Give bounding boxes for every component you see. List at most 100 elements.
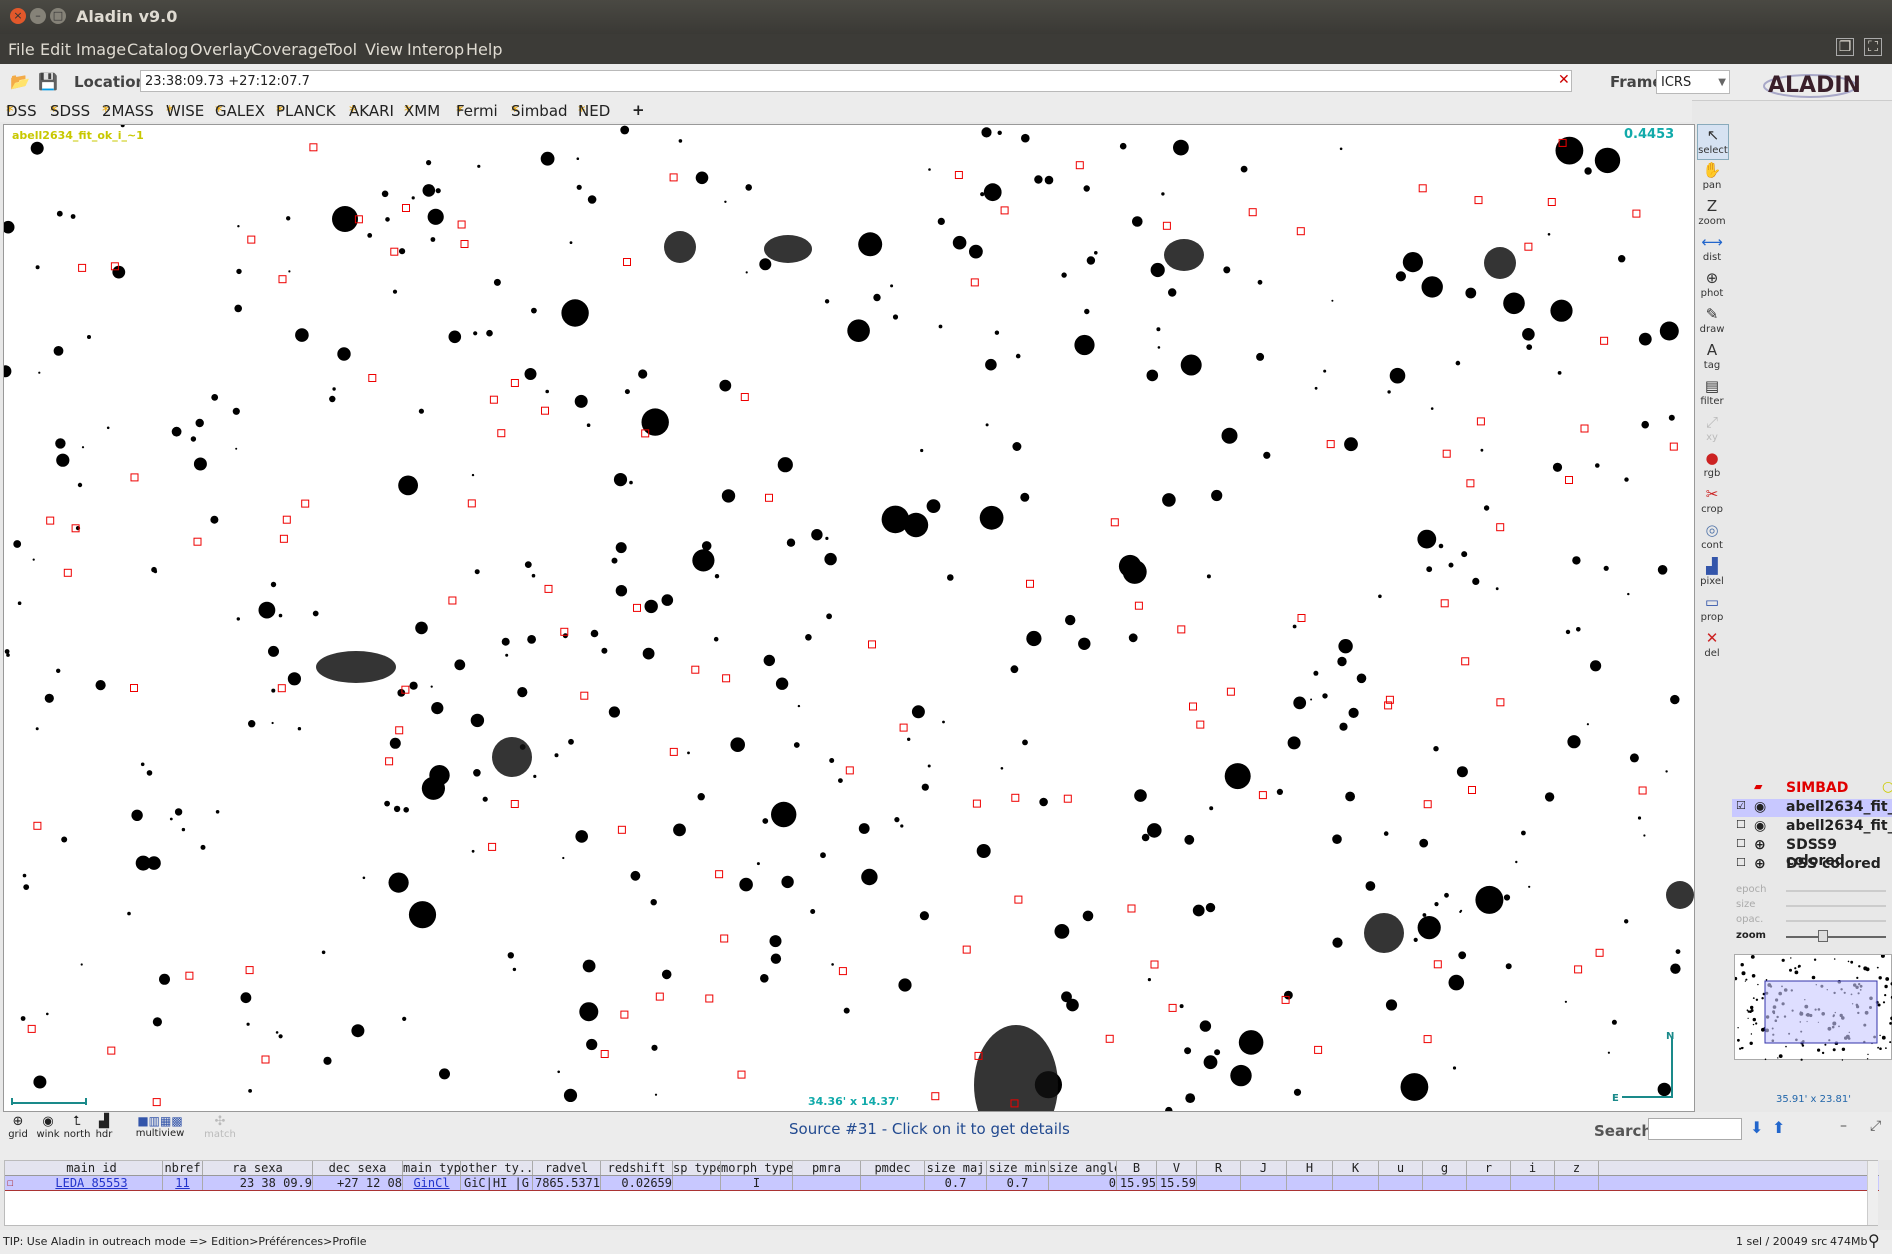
detach-table-icon[interactable]: ⤢ [1870,1118,1881,1134]
catalog-source-marker[interactable] [488,842,497,851]
column-header[interactable]: K [1333,1161,1379,1175]
column-header[interactable]: pmdec [861,1161,925,1175]
column-header[interactable]: nbref [163,1161,203,1175]
tool-filter[interactable]: ▤ filter [1697,376,1727,410]
column-header[interactable]: V [1157,1161,1197,1175]
catalog-source-marker[interactable] [390,247,399,256]
catalog-source-marker[interactable] [845,766,854,775]
tool-pan[interactable]: ✋ pan [1697,160,1727,194]
catalog-source-marker[interactable] [899,723,908,732]
catalog-source-marker[interactable] [737,1070,746,1079]
column-header[interactable]: morph type [721,1161,793,1175]
layer-sdss9[interactable]: ☐ ⊕ SDSS9 colored [1732,837,1892,869]
tool-phot[interactable]: ⊕ phot [1697,268,1727,302]
catalog-source-marker[interactable] [457,220,466,229]
catalog-source-marker[interactable] [245,966,254,975]
catalog-source-marker[interactable] [1476,417,1485,426]
catalog-source-marker[interactable] [544,584,553,593]
catalog-source-marker[interactable] [402,204,410,212]
catalog-source-marker[interactable] [1196,720,1205,729]
catalog-source-marker[interactable] [1162,221,1171,230]
menu-coverage[interactable]: Coverage [251,40,328,59]
zoom-slider[interactable] [1786,936,1886,938]
catalog-source-marker[interactable] [1547,198,1556,206]
catalog-source-marker[interactable] [1189,702,1197,711]
catalog-source-marker[interactable] [1297,614,1306,622]
column-header[interactable]: r [1467,1161,1511,1175]
tool-cont[interactable]: ◎ cont [1697,520,1727,554]
catalog-source-marker[interactable] [1632,209,1641,218]
catalog-source-marker[interactable] [954,171,963,179]
catalog-source-marker[interactable] [1638,786,1647,795]
catalog-source-marker[interactable] [1423,800,1432,809]
catalog-source-marker[interactable] [63,568,72,577]
catalog-source-marker[interactable] [467,499,476,508]
catalog-source-marker[interactable] [669,747,678,756]
catalog-source-marker[interactable] [510,379,519,387]
catalog-source-marker[interactable] [309,143,318,152]
layer-abell2634-1[interactable]: ☑ ◉ abell2634_fit_ok [1732,799,1892,817]
catalog-source-marker[interactable] [247,235,256,244]
catalog-source-marker[interactable] [1000,206,1009,215]
catalog-source-marker[interactable] [1226,687,1235,696]
layer-abell2634-2[interactable]: ☐ ◉ abell2634_fit_ok [1732,818,1892,836]
column-header[interactable]: main type [403,1161,461,1175]
menu-help[interactable]: Help [466,40,502,59]
catalog-source-marker[interactable] [1496,698,1505,707]
catalog-source-marker[interactable] [1168,1003,1177,1012]
checkbox-icon[interactable]: ☐ [1736,837,1746,850]
catalog-source-marker[interactable] [705,994,714,1003]
catalog-source-marker[interactable] [1026,579,1034,588]
catalog-source-marker[interactable] [193,537,202,546]
catalog-source-marker[interactable] [497,429,506,438]
catalog-source-marker[interactable] [1600,336,1609,345]
menu-image[interactable]: Image [76,40,126,59]
catalog-source-marker[interactable] [1063,794,1072,803]
catalog-source-marker[interactable] [580,691,589,700]
catalog-source-marker[interactable] [1440,599,1449,608]
catalog-source-marker[interactable] [720,934,729,943]
wink-button[interactable]: ◉ wink [34,1114,62,1140]
catalog-source-marker[interactable] [385,757,394,766]
catalog-source-marker[interactable] [130,473,139,482]
catalog-source-marker[interactable] [740,393,749,401]
catalog-source-marker[interactable] [722,674,731,683]
catalog-source-marker[interactable] [931,1092,940,1101]
column-header[interactable]: size angle [1049,1161,1117,1175]
catalog-source-marker[interactable] [1110,518,1119,527]
tool-zoom[interactable]: Zzoom [1697,196,1727,230]
column-header[interactable]: pmra [793,1161,861,1175]
tool-select[interactable]: ↖ select [1697,124,1729,160]
column-header[interactable]: dec sexa [313,1161,403,1175]
grid-button[interactable]: ⊕ grid [6,1114,30,1140]
maximize-window-icon[interactable]: □ [50,8,66,24]
catalog-source-marker[interactable] [633,603,641,612]
tool-draw[interactable]: ✎ draw [1697,304,1727,338]
tool-pixel[interactable]: ▟ pixel [1697,556,1727,590]
catalog-source-marker[interactable] [1011,793,1020,802]
column-header[interactable]: size min [987,1161,1049,1175]
minimize-table-icon[interactable]: – [1840,1118,1847,1134]
catalog-source-marker[interactable] [691,665,700,674]
catalog-source-marker[interactable] [620,1010,629,1019]
checkbox-icon[interactable]: ☐ [1736,818,1746,831]
catalog-source-marker[interactable] [541,406,549,415]
column-header[interactable]: z [1555,1161,1599,1175]
match-button[interactable]: ✣ match [202,1114,238,1140]
image-view[interactable]: abell2634_fit_ok_i_~1 0.4453 34.36' x 14… [3,124,1695,1112]
tool-rgb[interactable]: ● rgb [1697,448,1727,482]
menu-interop[interactable]: Interop [407,40,464,59]
menu-edit[interactable]: Edit [40,40,71,59]
tool-dist[interactable]: ⟷ dist [1697,232,1727,266]
close-window-icon[interactable]: × [10,8,26,24]
catalog-source-marker[interactable] [130,684,138,692]
column-header[interactable]: sp type [673,1161,721,1175]
catalog-source-marker[interactable] [1177,625,1186,634]
hdr-button[interactable]: ▟ hdr [92,1114,116,1140]
catalog-source-marker[interactable] [1442,449,1451,458]
menu-overlay[interactable]: Overlay [190,40,252,59]
catalog-source-marker[interactable] [277,684,286,693]
catalog-source-marker[interactable] [1105,1034,1114,1043]
catalog-source-marker[interactable] [1150,960,1159,969]
search-input[interactable] [1648,1118,1742,1140]
